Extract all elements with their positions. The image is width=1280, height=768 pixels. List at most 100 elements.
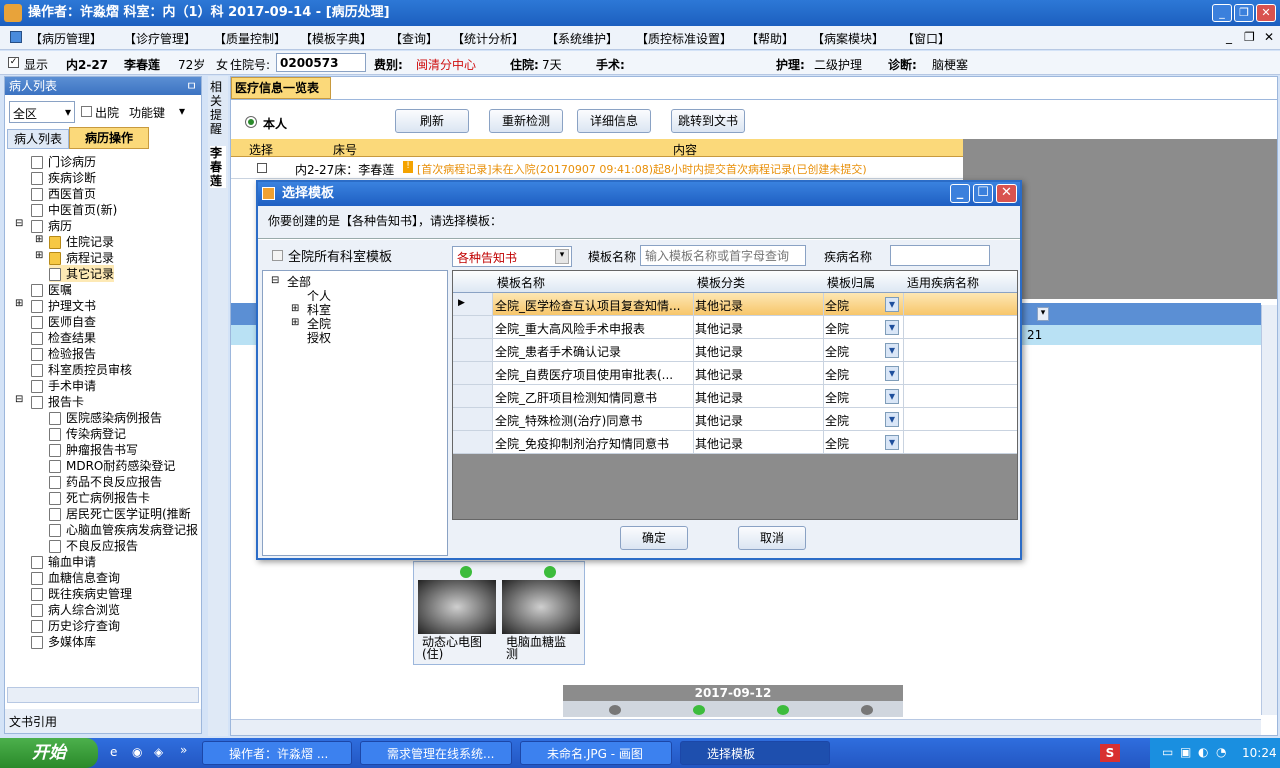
tree-item-cardio[interactable]: 心脑血管疾病发病登记报 (49, 521, 198, 538)
dialog-minimize-icon[interactable]: _ (950, 184, 970, 203)
template-row[interactable]: 全院_特殊检测(治疗)同意书 其他记录 全院 ▾ (453, 408, 1017, 431)
quicklaunch-app-icon[interactable]: ◉ (132, 745, 142, 759)
row-indicator[interactable] (453, 408, 493, 430)
menu-case-module[interactable]: 【病案模块】 (812, 30, 884, 47)
tree-item-outpatient[interactable]: 门诊病历 (31, 153, 96, 170)
main-vscrollbar[interactable] (1261, 305, 1277, 715)
quicklaunch-app-icon[interactable]: ◈ (154, 745, 163, 759)
refresh-button[interactable]: 刷新 (395, 109, 469, 133)
tree-item-infectious[interactable]: 传染病登记 (49, 425, 126, 442)
jump-to-doc-button[interactable]: 跳转到文书 (671, 109, 745, 133)
col-applicable-disease[interactable]: 适用疾病名称 (907, 274, 979, 291)
template-row[interactable]: 全院_自费医疗项目使用审批表(... 其他记录 全院 ▾ (453, 362, 1017, 385)
row-indicator[interactable] (453, 339, 493, 361)
tree-node-authorized[interactable]: 授权 (307, 329, 331, 346)
tree-item-history-query[interactable]: 历史诊疗查询 (31, 617, 120, 634)
all-dept-checkbox[interactable] (272, 250, 283, 261)
tab-related-reminder[interactable]: 相关提醒 (210, 80, 226, 136)
tree-expander-icon[interactable]: ⊟ (15, 394, 23, 405)
template-row[interactable]: 全院_重大高风险手术申报表 其他记录 全院 ▾ (453, 316, 1017, 339)
tab-record-ops[interactable]: 病历操作 (69, 127, 149, 149)
tree-item-infection[interactable]: 医院感染病例报告 (49, 409, 162, 426)
minimize-icon[interactable]: _ (1212, 4, 1232, 22)
row-select-checkbox[interactable] (257, 163, 267, 173)
area-select[interactable]: 全区 ▾ (9, 101, 75, 123)
lower-grid-dropdown-icon[interactable]: ▾ (1037, 307, 1049, 321)
template-row[interactable]: 全院_乙肝项目检测知情同意书 其他记录 全院 ▾ (453, 385, 1017, 408)
owner-dropdown-icon[interactable]: ▾ (885, 366, 899, 381)
expand-icon[interactable]: ⊞ (291, 303, 299, 314)
menu-qc-standard[interactable]: 【质控标准设置】 (636, 30, 732, 47)
menu-record-mgmt[interactable]: 【病历管理】 (30, 30, 102, 47)
row-indicator[interactable] (453, 385, 493, 407)
tree-item-nursing[interactable]: 护理文书 (31, 297, 96, 314)
task-requirements[interactable]: 需求管理在线系统... (360, 741, 512, 765)
template-row[interactable]: 全院_患者手术确认记录 其他记录 全院 ▾ (453, 339, 1017, 362)
owner-dropdown-icon[interactable]: ▾ (885, 389, 899, 404)
inpatient-no-field[interactable]: 0200573 (276, 53, 366, 72)
menu-maintenance[interactable]: 【系统维护】 (546, 30, 618, 47)
tab-patient-name[interactable]: 李春莲 (210, 146, 226, 188)
restore-icon[interactable]: ❐ (1234, 4, 1254, 22)
main-hscrollbar[interactable] (231, 719, 1261, 735)
tree-item-progress[interactable]: 病程记录 (49, 249, 114, 266)
tree-item-tcm-home[interactable]: 中医首页(新) (31, 201, 117, 218)
row-indicator[interactable] (453, 362, 493, 384)
tree-expander-icon[interactable]: ⊟ (15, 218, 23, 229)
collapse-icon[interactable]: ⊟ (271, 275, 279, 286)
tree-item-transfusion[interactable]: 输血申请 (31, 553, 96, 570)
row-indicator[interactable] (453, 316, 493, 338)
show-checkbox[interactable]: ✓ (8, 57, 19, 68)
recheck-button[interactable]: 重新检测 (489, 109, 563, 133)
dialog-close-icon[interactable]: ✕ (996, 184, 1017, 203)
xray-thumbnail[interactable] (418, 580, 496, 634)
template-name-input[interactable] (640, 245, 806, 266)
task-main-app[interactable]: 操作者：许淼熠 ... (202, 741, 352, 765)
tree-item-tumor[interactable]: 肿瘤报告书写 (49, 441, 138, 458)
quicklaunch-ie-icon[interactable]: e (110, 745, 117, 759)
function-key-button[interactable]: 功能键 (129, 104, 165, 121)
col-template-name[interactable]: 模板名称 (497, 274, 545, 291)
tree-expander-icon[interactable]: ⊞ (35, 234, 43, 245)
function-key-chevron-icon[interactable]: ▾ (179, 104, 185, 118)
tree-item-death-card[interactable]: 死亡病例报告卡 (49, 489, 150, 506)
mdi-restore-icon[interactable]: ❐ (1244, 30, 1255, 44)
row-indicator[interactable]: ▶ (453, 293, 493, 315)
tree-item-history[interactable]: 既往疾病史管理 (31, 585, 132, 602)
col-template-category[interactable]: 模板分类 (697, 274, 745, 291)
owner-dropdown-icon[interactable]: ▾ (885, 435, 899, 450)
category-select[interactable]: 各种告知书 ▾ (452, 246, 572, 267)
tree-item-western-home[interactable]: 西医首页 (31, 185, 96, 202)
tree-hscrollbar[interactable] (7, 687, 199, 703)
menu-window[interactable]: 【窗口】 (902, 30, 950, 47)
task-select-template[interactable]: 选择模板 (680, 741, 830, 765)
tree-item-overview[interactable]: 病人综合浏览 (31, 601, 120, 618)
xray-thumbnail[interactable] (502, 580, 580, 634)
dialog-maximize-icon[interactable]: ☐ (973, 184, 993, 203)
alert-row[interactable]: 内2-27床：李春莲 ! [首次病程记录]未在入院(20170907 09:41… (231, 157, 963, 179)
tab-patient-list[interactable]: 病人列表 (7, 129, 69, 149)
tree-item-exam-results[interactable]: 检查结果 (31, 329, 96, 346)
tree-expander-icon[interactable]: ⊞ (35, 250, 43, 261)
owner-dropdown-icon[interactable]: ▾ (885, 343, 899, 358)
ok-button[interactable]: 确定 (620, 526, 688, 550)
tray-app-icon[interactable]: ▣ (1180, 745, 1191, 759)
owner-dropdown-icon[interactable]: ▾ (885, 320, 899, 335)
close-icon[interactable]: ✕ (1256, 4, 1276, 22)
details-button[interactable]: 详细信息 (577, 109, 651, 133)
tree-item-report-card[interactable]: 报告卡 (31, 393, 84, 410)
tree-item-mdro[interactable]: MDRO耐药感染登记 (49, 457, 175, 474)
mdi-close-icon[interactable]: ✕ (1264, 30, 1274, 44)
discharge-checkbox[interactable] (81, 106, 92, 117)
disease-name-input[interactable] (890, 245, 990, 266)
tree-item-lab-report[interactable]: 检验报告 (31, 345, 96, 362)
tray-app-icon[interactable]: ◐ (1198, 745, 1208, 759)
tree-item-blood-sugar[interactable]: 血糖信息查询 (31, 569, 120, 586)
tree-item-orders[interactable]: 医嘱 (31, 281, 72, 298)
tab-medical-info[interactable]: 医疗信息一览表 (231, 77, 331, 99)
tree-item-admission[interactable]: 住院记录 (49, 233, 114, 250)
tree-item-self-check[interactable]: 医师自查 (31, 313, 96, 330)
menu-template-dict[interactable]: 【模板字典】 (300, 30, 372, 47)
start-button[interactable]: 开始 (0, 738, 98, 768)
menu-quality[interactable]: 【质量控制】 (214, 30, 286, 47)
